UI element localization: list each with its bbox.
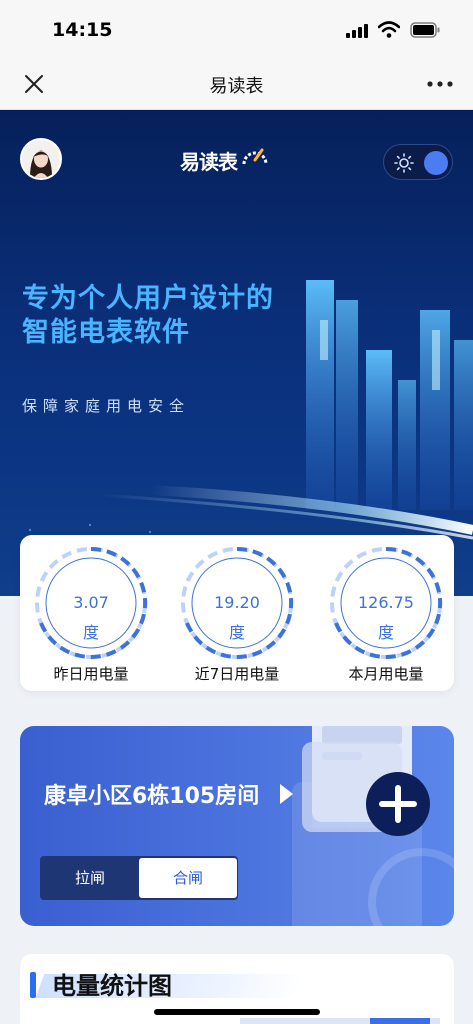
- app-logo: 易读表: [180, 138, 268, 180]
- chart-section-title: 电量统计图: [52, 972, 172, 1000]
- gauge-value: 126.75: [358, 593, 414, 612]
- sun-icon: [394, 153, 414, 173]
- hero-banner: 易读表 专为个人用户设计的 智能电表软件 保障家庭用电安全: [0, 110, 473, 596]
- status-time: 14:15: [52, 19, 113, 41]
- toggle-knob: [424, 151, 448, 175]
- more-icon[interactable]: [427, 80, 453, 88]
- theme-toggle[interactable]: [383, 144, 453, 180]
- nav-bar: 易读表: [0, 58, 473, 110]
- home-indicator: [154, 1009, 320, 1015]
- wifi-icon: [378, 21, 400, 38]
- logo-text: 易读表: [180, 150, 238, 174]
- chart-tab-active[interactable]: [370, 1018, 430, 1024]
- gauge-label: 本月用电量: [348, 665, 424, 683]
- chevron-right-icon[interactable]: [278, 783, 294, 805]
- gauge-unit: 度: [228, 623, 245, 642]
- hero-headline: 专为个人用户设计的 智能电表软件: [22, 282, 274, 350]
- room-card: 康卓小区6栋105房间 拉闸 合闸: [20, 726, 454, 926]
- gauge-value: 3.07: [73, 593, 109, 612]
- switch-on-button[interactable]: 合闸: [139, 858, 237, 898]
- nav-title: 易读表: [209, 76, 264, 97]
- power-switch: 拉闸 合闸: [40, 856, 238, 900]
- usage-stats-card: 3.07 度 昨日用电量 19.20 度 近7日用电量 126.75 度 本月用…: [20, 535, 454, 691]
- gauge-unit: 度: [82, 623, 99, 642]
- gauge-unit: 度: [377, 623, 394, 642]
- battery-icon: [410, 22, 440, 38]
- status-bar: 14:15: [0, 0, 473, 58]
- switch-off-button[interactable]: 拉闸: [41, 857, 139, 899]
- gauge-label: 近7日用电量: [194, 665, 280, 683]
- meter-illustration: [292, 726, 454, 926]
- gauge-value: 19.20: [214, 593, 260, 612]
- usage-gauge-7days[interactable]: 19.20 度 近7日用电量: [177, 545, 297, 685]
- speedometer-icon: [242, 148, 268, 165]
- room-name[interactable]: 康卓小区6栋105房间: [44, 778, 259, 810]
- signal-icon: [346, 24, 368, 38]
- hero-headline-line2: 智能电表软件: [22, 317, 190, 348]
- usage-gauge-yesterday[interactable]: 3.07 度 昨日用电量: [31, 545, 151, 685]
- title-accent-bar: [30, 972, 36, 998]
- gauge-label: 昨日用电量: [53, 665, 129, 683]
- usage-gauge-month[interactable]: 126.75 度 本月用电量: [326, 545, 446, 685]
- hero-headline-line1: 专为个人用户设计的: [22, 283, 274, 314]
- hero-subtitle: 保障家庭用电安全: [22, 397, 191, 415]
- avatar-image: [22, 140, 60, 178]
- user-avatar[interactable]: [20, 138, 62, 180]
